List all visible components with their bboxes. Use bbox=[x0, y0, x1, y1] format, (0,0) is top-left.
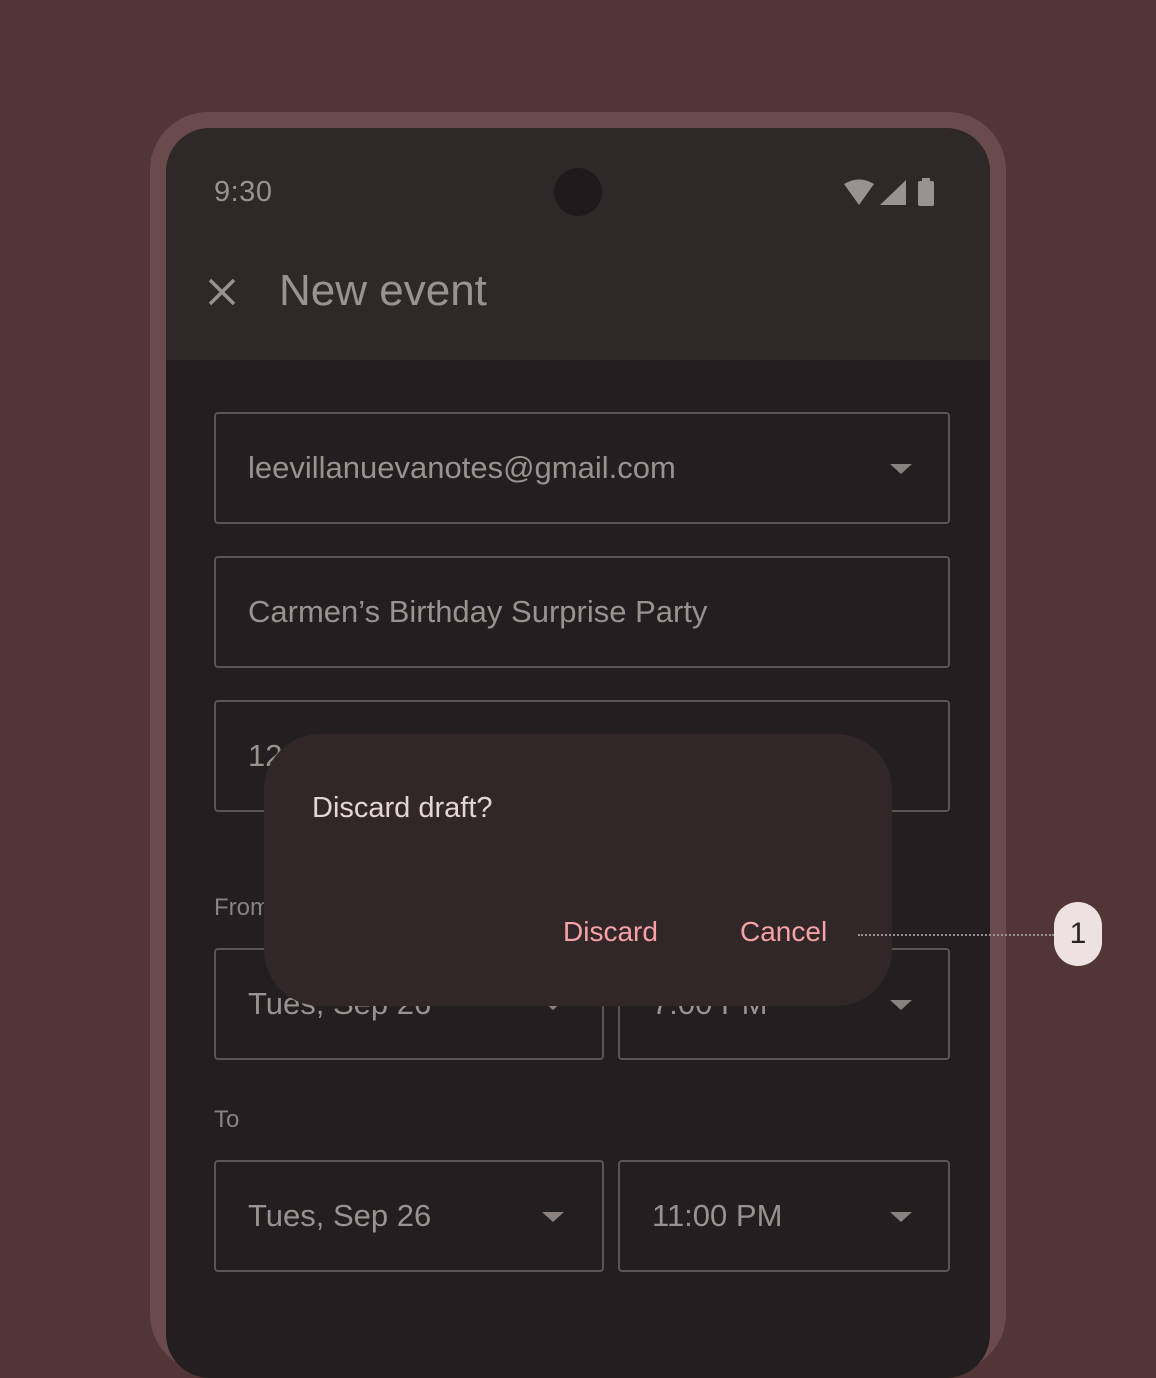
battery-icon bbox=[918, 178, 934, 206]
signal-icon bbox=[880, 180, 906, 205]
to-date-value: Tues, Sep 26 bbox=[248, 1198, 432, 1233]
status-time: 9:30 bbox=[214, 176, 273, 208]
from-label: From bbox=[214, 894, 270, 921]
cancel-button[interactable]: Cancel bbox=[740, 916, 827, 948]
page-title: New event bbox=[279, 266, 487, 315]
dialog-title: Discard draft? bbox=[312, 792, 493, 824]
to-label: To bbox=[214, 1106, 240, 1133]
wifi-icon bbox=[844, 179, 874, 205]
status-icons bbox=[844, 178, 934, 206]
event-title-field[interactable]: Carmen’s Birthday Surprise Party bbox=[214, 556, 950, 668]
discard-dialog: Discard draft? Discard Cancel bbox=[264, 734, 892, 1006]
chevron-down-icon bbox=[890, 464, 912, 474]
to-date-select[interactable]: Tues, Sep 26 bbox=[214, 1160, 604, 1272]
account-value: leevillanuevanotes@gmail.com bbox=[248, 450, 676, 485]
discard-button[interactable]: Discard bbox=[563, 916, 658, 948]
chevron-down-icon bbox=[542, 1212, 564, 1222]
callout-line bbox=[858, 934, 1054, 936]
callout-badge: 1 bbox=[1054, 902, 1102, 966]
event-title-value: Carmen’s Birthday Surprise Party bbox=[248, 594, 708, 629]
close-icon[interactable] bbox=[204, 274, 240, 310]
chevron-down-icon bbox=[890, 1212, 912, 1222]
top-app-bar: 9:30 New event bbox=[166, 128, 990, 360]
to-time-value: 11:00 PM bbox=[652, 1198, 783, 1233]
account-select[interactable]: leevillanuevanotes@gmail.com bbox=[214, 412, 950, 524]
chevron-down-icon bbox=[890, 1000, 912, 1010]
camera-cutout bbox=[554, 168, 602, 216]
to-time-select[interactable]: 11:00 PM bbox=[618, 1160, 950, 1272]
